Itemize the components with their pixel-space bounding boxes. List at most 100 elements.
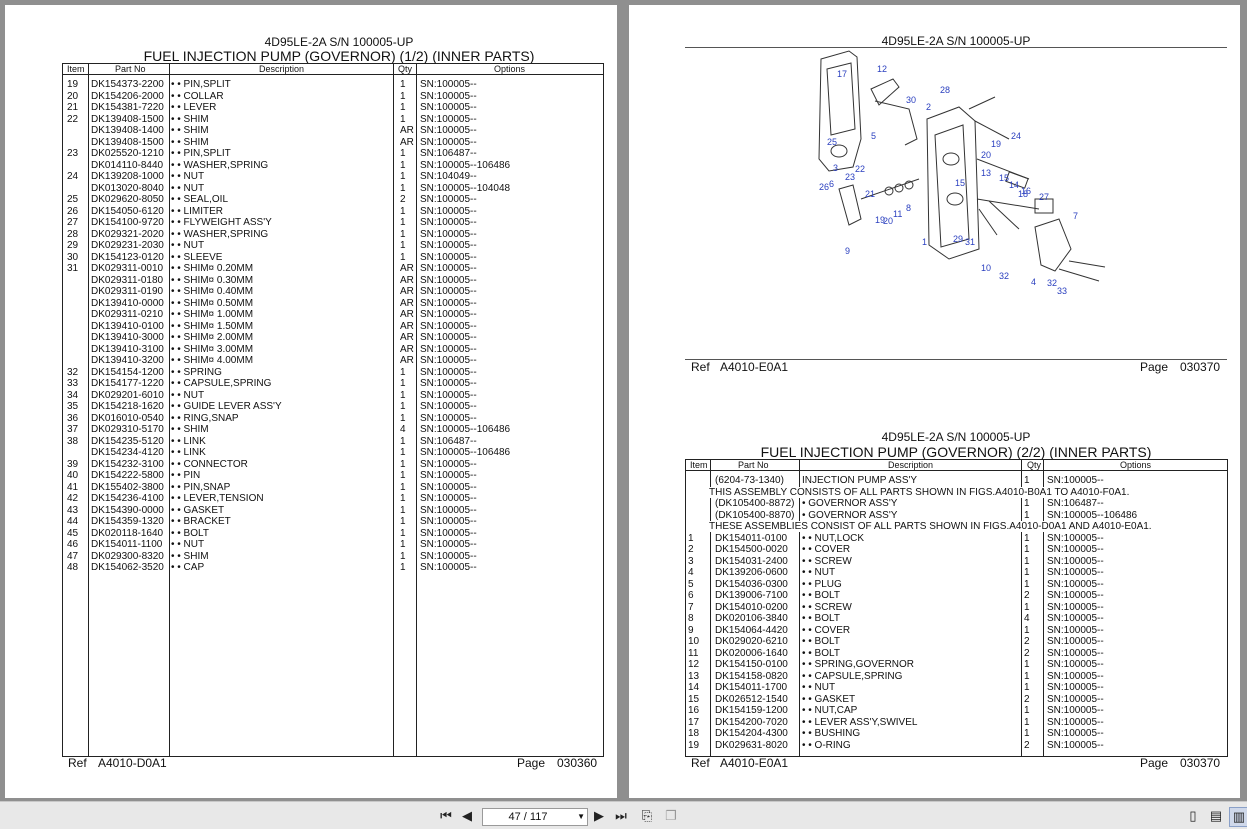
- row-options: SN:100005--: [420, 355, 477, 366]
- row-description: • • NUT,LOCK: [802, 532, 865, 544]
- row-options: SN:100005--: [1047, 647, 1104, 659]
- bolt-lines: [1058, 260, 1106, 282]
- row-description: • • LEVER ASS'Y,SWIVEL: [802, 716, 918, 728]
- row-part-number: DK154500-0020: [715, 544, 788, 555]
- row-description: • • PLUG: [802, 578, 842, 590]
- two-page-icon[interactable]: ▥: [1229, 807, 1247, 827]
- row-part-number: DK139206-0600: [715, 567, 788, 578]
- linkage: [874, 100, 918, 146]
- table-row: 41 DK155402-3800 • • PIN,SNAP 1 SN:100005--: [63, 482, 603, 494]
- row-options: SN:100005--: [420, 240, 477, 251]
- next-page-icon[interactable]: ▶: [590, 807, 608, 825]
- table-row: DK139410-3200 • • SHIM¤ 4.00MM AR SN:100005…: [63, 355, 603, 367]
- last-page-icon[interactable]: ⏭: [612, 807, 630, 825]
- row-options: SN:100005--: [420, 539, 477, 550]
- table-row: 15 DK026512-1540 • • GASKET 2 SN:100005--: [686, 694, 1227, 706]
- row-item-number: 46: [67, 539, 79, 550]
- row-description: • • NUT,CAP: [802, 705, 858, 716]
- row-part-number: DK139410-0100: [91, 320, 164, 332]
- row-options: SN:100005--: [1047, 682, 1104, 693]
- row-part-number: DK154234-4120: [91, 447, 164, 458]
- row-part-number: (DK105400-8872): [715, 498, 795, 509]
- callout-number: 12: [877, 64, 888, 74]
- table-row: 43 DK154390-0000 • • GASKET 1 SN:100005--: [63, 505, 603, 517]
- continuous-icon[interactable]: ▤: [1207, 807, 1225, 825]
- row-options: SN:100005--: [420, 228, 477, 240]
- callout-number: 3: [833, 163, 839, 173]
- row-quantity: AR: [400, 286, 414, 297]
- table-row: 6 DK139006-7100 • • BOLT 2 SN:100005--: [686, 590, 1227, 602]
- row-part-number: DK029311-0010: [91, 263, 164, 274]
- row-options: SN:100005--: [420, 458, 477, 470]
- row-item-number: 38: [67, 435, 79, 447]
- header-options: Options: [1120, 460, 1152, 470]
- table-row: 35 DK154218-1620 • • GUIDE LEVER ASS'Y 1 SN:…: [63, 401, 603, 413]
- row-part-number: DK154064-4420: [715, 624, 788, 636]
- row-item-number: 32: [67, 366, 79, 378]
- page-number-select[interactable]: 47 / 117 ▼: [482, 808, 588, 826]
- row-description: • • RING,SNAP: [171, 412, 239, 424]
- row-options: SN:104049--: [420, 171, 477, 182]
- table-row: 18 DK154204-4300 • • BUSHING 1 SN:100005--: [686, 728, 1227, 740]
- row-options: SN:100005--: [420, 470, 477, 481]
- callout-number: 11: [893, 209, 903, 219]
- row-part-number: DK029201-6010: [91, 389, 164, 401]
- row-part-number: DK139410-0000: [91, 297, 164, 309]
- row-description: • • NUT: [171, 389, 205, 401]
- row-options: SN:100005--: [1047, 670, 1104, 682]
- row-item-number: 15: [688, 693, 700, 705]
- row-part-number: DK154381-7220: [91, 102, 164, 113]
- row-description: • • PIN,SPLIT: [171, 79, 231, 90]
- table-row: 20 DK154206-2000 • • COLLAR 1 SN:100005--: [63, 91, 603, 103]
- row-part-number: DK029300-8320: [91, 550, 164, 562]
- row-description: • • GASKET: [802, 693, 856, 705]
- prev-page-icon[interactable]: ◀: [458, 807, 476, 825]
- row-description: • • SCREW: [802, 601, 852, 613]
- row-options: SN:100005--106486: [420, 159, 511, 171]
- row-description: • • GUIDE LEVER ASS'Y: [171, 401, 282, 412]
- row-part-number: DK029631-8020: [715, 739, 788, 751]
- row-options: SN:100005--: [420, 378, 477, 389]
- callout-number: 30: [906, 95, 917, 105]
- row-part-number: DK154159-1200: [715, 705, 788, 716]
- callout-number: 18: [1018, 189, 1029, 199]
- row-description: • • BOLT: [802, 636, 840, 647]
- row-description: • • SHIM: [171, 136, 209, 148]
- table-row: 29 DK029231-2030 • • NUT 1 SN:100005--: [63, 240, 603, 252]
- row-description: • • CAP: [171, 562, 205, 573]
- row-quantity: 1: [400, 148, 406, 159]
- row-part-number: DK154154-1200: [91, 366, 164, 378]
- row-part-number: (6204-73-1340): [715, 475, 784, 486]
- row-description: • • FLYWEIGHT ASS'Y: [171, 217, 272, 228]
- row-description: • • SEAL,OIL: [171, 194, 229, 205]
- row-description: • • COVER: [802, 624, 851, 636]
- row-quantity: 1: [1024, 555, 1030, 567]
- first-page-icon[interactable]: ⏮: [437, 807, 455, 825]
- row-quantity: 4: [400, 424, 406, 435]
- row-item-number: 9: [688, 624, 694, 636]
- table-row: 13 DK154158-0820 • • CAPSULE,SPRING 1 SN:100…: [686, 671, 1227, 683]
- row-options: SN:100005--: [420, 343, 477, 355]
- ref-label: Ref: [68, 756, 87, 770]
- flyweight-bracket: [838, 184, 862, 226]
- row-part-number: DK029311-0210: [91, 309, 164, 320]
- row-options: SN:100005--: [1047, 590, 1104, 601]
- row-quantity: 1: [400, 171, 406, 182]
- row-item-number: 28: [67, 228, 79, 240]
- copy-icon[interactable]: ❐: [662, 807, 680, 825]
- table-row: DK029311-0180 • • SHIM¤ 0.30MM AR SN:100005…: [63, 275, 603, 287]
- row-quantity: 1: [400, 516, 406, 527]
- header-qty: Qty: [1027, 460, 1042, 470]
- row-part-number: DK139408-1500: [91, 113, 164, 125]
- row-quantity: 1: [1024, 475, 1030, 486]
- single-page-icon[interactable]: ▯: [1184, 807, 1202, 825]
- row-options: SN:100005--: [420, 194, 477, 205]
- row-options: SN:100005--: [420, 251, 477, 263]
- rotate-icon[interactable]: ⎘: [638, 807, 656, 825]
- row-item-number: 7: [688, 601, 694, 613]
- ref-code: A4010-D0A1: [98, 756, 167, 770]
- row-quantity: 1: [1024, 728, 1030, 739]
- row-part-number: DK154150-0100: [715, 659, 788, 670]
- header-qty: Qty: [398, 64, 413, 74]
- table-row: (6204-73-1340) INJECTION PUMP ASS'Y 1 SN:10…: [686, 475, 1227, 487]
